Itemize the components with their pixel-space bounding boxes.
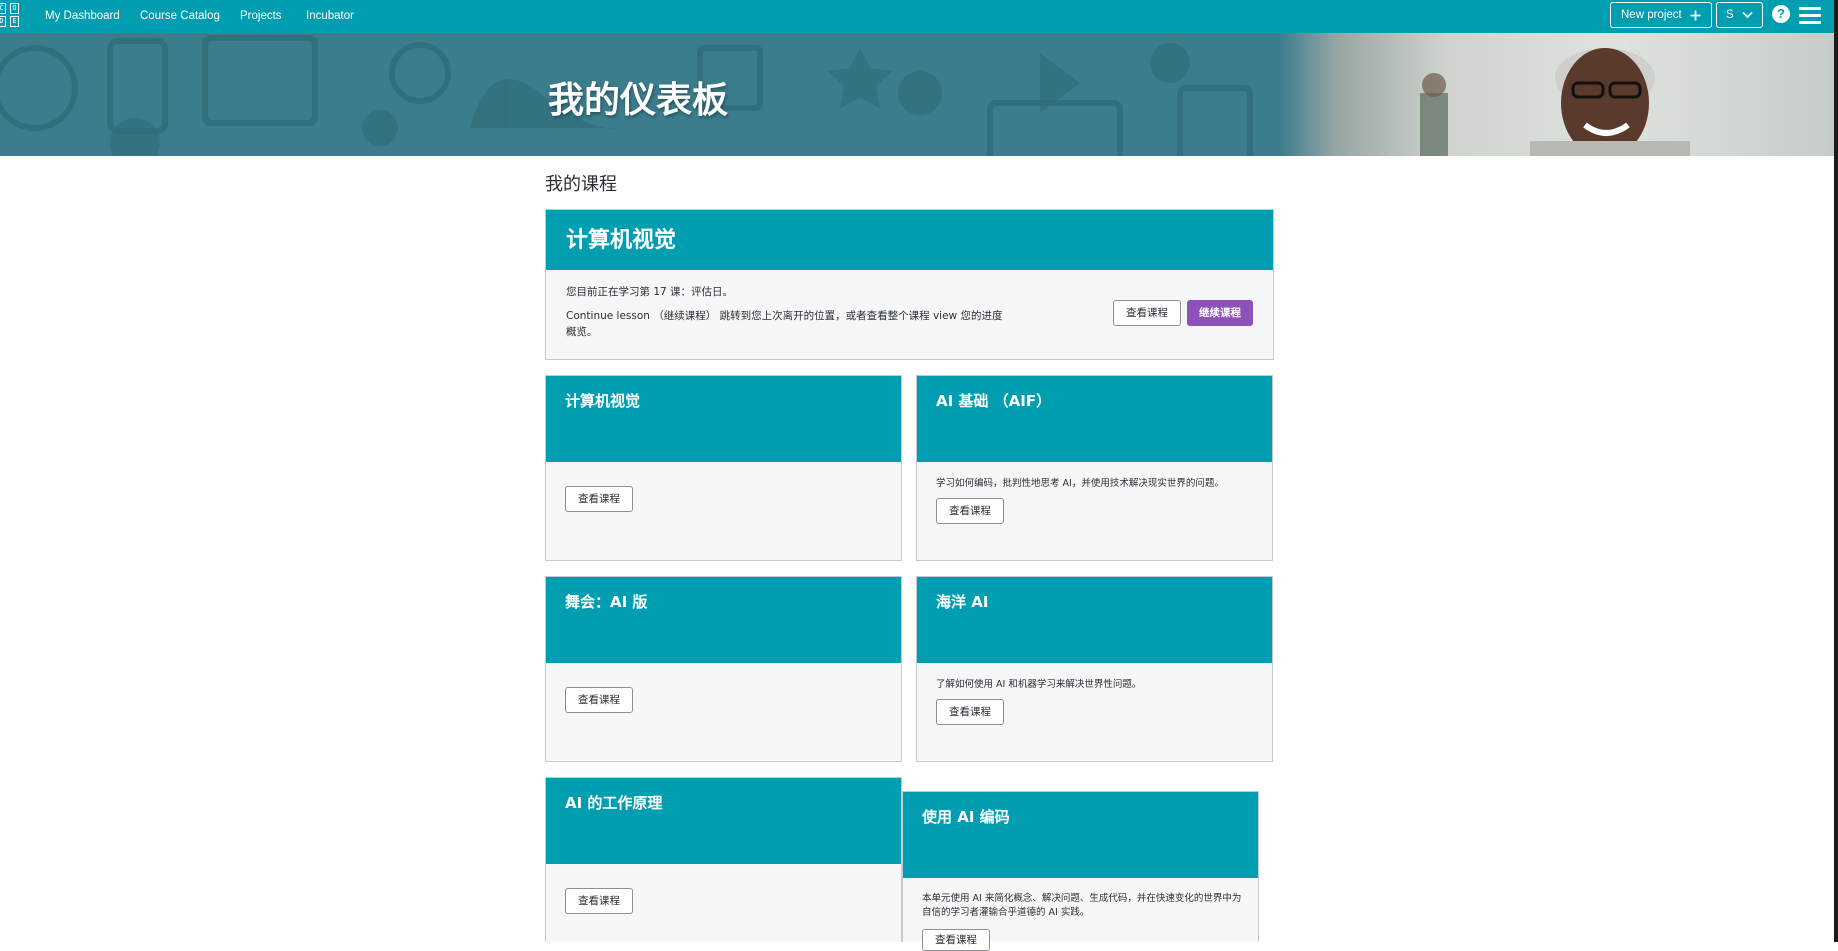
top-nav-bar: C O D E My Dashboard Course Catalog Proj… — [0, 0, 1834, 33]
page-title: 我的仪表板 — [548, 80, 729, 121]
window-edge — [1834, 0, 1838, 942]
dashboard-banner: 我的仪表板 — [0, 33, 1834, 156]
course-card: 计算机视觉 查看课程 — [545, 375, 902, 561]
nav-link-course-catalog[interactable]: Course Catalog — [140, 6, 220, 26]
course-card-description: 本单元使用 AI 来简化概念、解决问题、生成代码，并在快速变化的世界中为自信的学… — [922, 893, 1242, 918]
course-card: AI 基础 （AIF） 学习如何编码，批判性地思考 AI，并使用技术解决现实世界… — [916, 375, 1273, 561]
hamburger-icon[interactable] — [1799, 6, 1821, 24]
course-card-header: 计算机视觉 — [546, 376, 901, 462]
course-card-header: 舞会：AI 版 — [546, 577, 901, 663]
course-card-title: AI 的工作原理 — [565, 794, 663, 812]
logo-letter: C — [0, 3, 6, 14]
course-card-dragging[interactable]: 使用 AI 编码 本单元使用 AI 来简化概念、解决问题、生成代码，并在快速变化… — [902, 791, 1259, 951]
course-card: 舞会：AI 版 查看课程 — [545, 576, 902, 762]
banner-student-photo — [1280, 33, 1834, 156]
course-card-header: AI 的工作原理 — [546, 778, 901, 864]
view-course-button[interactable]: 查看课程 — [1113, 300, 1181, 326]
nav-link-projects[interactable]: Projects — [240, 6, 282, 26]
student-silhouette — [1420, 48, 1690, 156]
course-card-description: 学习如何编码，批判性地思考 AI，并使用技术解决现实世界的问题。 — [936, 478, 1224, 489]
course-card: AI 的工作原理 查看课程 — [545, 777, 902, 942]
current-course-card: 计算机视觉 您目前正在学习第 17 课：评估日。 Continue lesson… — [545, 209, 1274, 360]
plus-icon — [1690, 10, 1701, 20]
view-course-button[interactable]: 查看课程 — [936, 498, 1004, 524]
new-project-button[interactable]: New project — [1610, 2, 1712, 28]
course-card-header: 使用 AI 编码 — [903, 792, 1258, 878]
view-course-button[interactable]: 查看课程 — [565, 687, 633, 713]
view-course-button[interactable]: 查看课程 — [565, 486, 633, 512]
logo-letter: D — [0, 16, 6, 27]
user-initial: S — [1726, 9, 1734, 21]
course-card: 海洋 AI 了解如何使用 AI 和机器学习来解决世界性问题。 查看课程 — [916, 576, 1273, 762]
current-course-header: 计算机视觉 — [546, 210, 1273, 270]
view-course-button[interactable]: 查看课程 — [565, 888, 633, 914]
nav-link-incubator[interactable]: Incubator — [306, 6, 354, 26]
logo-letter: O — [10, 3, 19, 14]
course-card-header: AI 基础 （AIF） — [917, 376, 1272, 462]
course-card-title: 海洋 AI — [936, 593, 989, 611]
view-course-button[interactable]: 查看课程 — [936, 699, 1004, 725]
current-course-title: 计算机视觉 — [566, 228, 677, 253]
logo-letter: E — [10, 16, 19, 27]
course-card-title: 使用 AI 编码 — [922, 808, 1010, 826]
code-logo[interactable]: C O D E — [0, 0, 23, 30]
chevron-down-icon — [1742, 11, 1753, 19]
user-menu-button[interactable]: S — [1716, 2, 1763, 28]
course-card-title: AI 基础 （AIF） — [936, 392, 1052, 410]
course-card-description: 了解如何使用 AI 和机器学习来解决世界性问题。 — [936, 679, 1142, 690]
continue-course-button[interactable]: 继续课程 — [1187, 300, 1253, 326]
help-icon[interactable]: ? — [1772, 5, 1790, 23]
view-course-button[interactable]: 查看课程 — [922, 929, 990, 951]
new-project-label: New project — [1621, 9, 1682, 21]
course-card-title: 计算机视觉 — [565, 392, 641, 410]
current-lesson-text: 您目前正在学习第 17 课：评估日。 — [566, 286, 734, 298]
nav-link-my-dashboard[interactable]: My Dashboard — [45, 6, 120, 26]
course-card-title: 舞会：AI 版 — [565, 593, 648, 611]
my-courses-heading: 我的课程 — [545, 174, 617, 195]
current-course-description: Continue lesson （继续课程） 跳转到您上次离开的位置，或者查看整… — [566, 310, 1003, 338]
course-card-header: 海洋 AI — [917, 577, 1272, 663]
